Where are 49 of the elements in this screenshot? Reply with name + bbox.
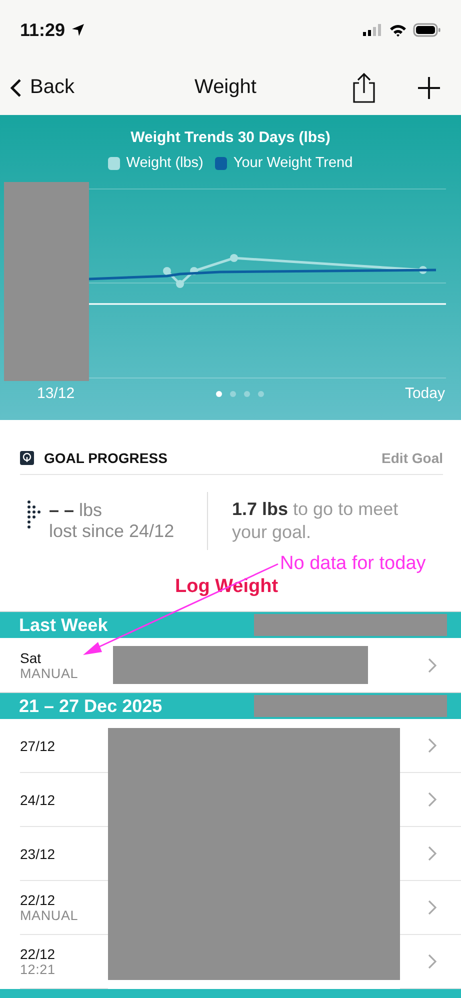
- wifi-icon: [389, 24, 407, 36]
- section-title: GOAL PROGRESS: [44, 450, 168, 466]
- page-title: Weight: [194, 76, 258, 99]
- page-dot[interactable]: [216, 390, 222, 396]
- chevron-icon[interactable]: [428, 792, 437, 807]
- weight-point: [190, 267, 198, 275]
- page-dot[interactable]: [230, 390, 236, 396]
- chevron-icon[interactable]: [428, 900, 437, 915]
- location-arrow-icon: [71, 23, 86, 37]
- entry-source: MANUAL: [20, 908, 80, 923]
- lost-unit: lbs: [79, 500, 102, 520]
- chevron-icon[interactable]: [428, 846, 437, 861]
- chevron-icon[interactable]: [428, 658, 437, 672]
- status-time: 11:29: [20, 20, 66, 40]
- back-button[interactable]: Back: [10, 76, 74, 99]
- legend-label: Weight (lbs): [126, 155, 204, 171]
- chevron-icon[interactable]: [428, 954, 437, 969]
- remaining-text: 1.7 lbs to go to meet your goal.: [232, 498, 400, 544]
- entry-date[interactable]: Sat: [20, 650, 113, 666]
- battery-icon: [413, 23, 441, 37]
- entry-date[interactable]: 23/12: [20, 846, 108, 862]
- annotation-text: No data for today: [280, 553, 426, 575]
- page-dot[interactable]: [258, 390, 264, 396]
- legend-label: Your Weight Trend: [233, 155, 353, 171]
- section-title: 21 – 27 Dec 2025: [19, 696, 162, 716]
- page-dot[interactable]: [244, 390, 250, 396]
- section-title: Last Week: [19, 614, 108, 636]
- weight-point: [419, 266, 427, 274]
- lost-value: – –: [49, 500, 74, 520]
- weight-point: [176, 280, 184, 288]
- axis-start-label: 13/12: [37, 385, 75, 402]
- entry-date[interactable]: 22/12: [20, 946, 108, 962]
- entry-date[interactable]: 27/12: [20, 738, 108, 754]
- entry-date[interactable]: 22/12: [20, 892, 108, 908]
- chevron-left-icon: [10, 78, 22, 98]
- chart-title: Weight Trends 30 Days (lbs): [130, 129, 330, 146]
- weight-point: [230, 254, 238, 262]
- dotted-logo-icon: [27, 500, 41, 530]
- share-icon[interactable]: [351, 72, 377, 104]
- signal-icon: [363, 24, 383, 36]
- goal-icon: [20, 451, 34, 465]
- weight-point: [163, 267, 171, 275]
- chevron-icon[interactable]: [428, 738, 437, 753]
- entry-source: MANUAL: [20, 666, 80, 680]
- axis-end-label: Today: [404, 385, 445, 402]
- add-icon[interactable]: [417, 76, 441, 100]
- entry-date[interactable]: 24/12: [20, 792, 108, 808]
- lost-caption: lost since 24/12: [49, 521, 174, 542]
- entry-source: 12:21: [20, 962, 56, 977]
